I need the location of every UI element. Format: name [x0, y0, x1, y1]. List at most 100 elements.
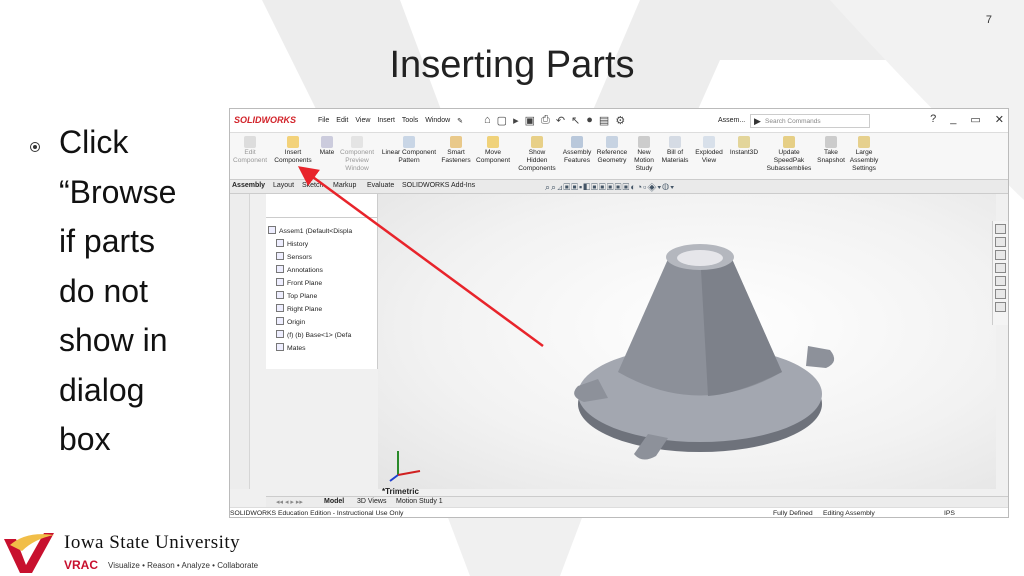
- menu-file[interactable]: File: [318, 117, 329, 125]
- tree-label: Annotations: [287, 267, 323, 274]
- select-icon[interactable]: ↖: [571, 114, 580, 127]
- tree-item-front-plane[interactable]: Front Plane: [276, 278, 322, 287]
- open-icon[interactable]: ▸: [513, 114, 519, 127]
- bullet-line: if parts: [59, 223, 156, 259]
- tab-motion-study[interactable]: Motion Study 1: [396, 498, 443, 505]
- print-icon[interactable]: ⎙: [541, 114, 550, 127]
- bullet-line: dialog: [59, 371, 145, 408]
- assembly-features-button[interactable]: Assembly Features: [561, 136, 593, 165]
- ribbon-label: Instant3D: [729, 149, 759, 156]
- tree-item-history[interactable]: History: [276, 239, 308, 248]
- take-snapshot-button[interactable]: Take Snapshot: [816, 136, 846, 165]
- tree-item-base-part[interactable]: (f) (b) Base<1> (Defa: [276, 330, 351, 339]
- ribbon-label: Mate: [319, 149, 335, 156]
- show-hidden-button[interactable]: Show Hidden Components: [516, 136, 558, 173]
- menu-edit[interactable]: Edit: [336, 117, 348, 125]
- tree-item-mates[interactable]: Mates: [276, 343, 306, 352]
- menu-view[interactable]: View: [355, 117, 370, 125]
- assembly-icon: [268, 226, 276, 234]
- tree-tab-strip[interactable]: [266, 204, 378, 218]
- ribbon-label: Component Preview Window: [339, 149, 375, 172]
- plane-icon: [276, 278, 284, 286]
- instant3d-button[interactable]: Instant3D: [727, 136, 761, 157]
- options-icon[interactable]: ⚙: [615, 114, 625, 127]
- tree-label: Right Plane: [287, 306, 323, 313]
- smart-fasteners-button[interactable]: Smart Fasteners: [441, 136, 471, 165]
- tree-label: Front Plane: [287, 280, 323, 287]
- tab-3d-views[interactable]: 3D Views: [357, 498, 386, 505]
- command-manager-ribbon: Edit Component Insert Components Mate Co…: [230, 133, 1008, 180]
- tab-sketch[interactable]: Sketch: [302, 182, 323, 189]
- save-icon[interactable]: ▣: [525, 114, 535, 127]
- view-palette-icon[interactable]: [995, 263, 1006, 273]
- search-commands-input[interactable]: ▶ Search Commands: [750, 114, 870, 128]
- menu-insert[interactable]: Insert: [377, 117, 395, 125]
- task-pane-left: [230, 194, 250, 489]
- origin-icon: [276, 317, 284, 325]
- file-properties-icon[interactable]: ▤: [599, 114, 609, 127]
- tab-scroll-arrows[interactable]: ◂◂ ◂ ▸ ▸▸: [276, 498, 303, 506]
- tab-model[interactable]: Model: [324, 498, 344, 505]
- bill-of-materials-button[interactable]: Bill of Materials: [659, 136, 691, 165]
- tree-item-right-plane[interactable]: Right Plane: [276, 304, 322, 313]
- move-component-button[interactable]: Move Component: [473, 136, 513, 165]
- custom-properties-icon[interactable]: [995, 289, 1006, 299]
- edit-component-button[interactable]: Edit Component: [232, 136, 268, 165]
- file-explorer-icon[interactable]: [995, 250, 1006, 260]
- home-icon[interactable]: ⌂: [484, 114, 491, 127]
- tree-item-sensors[interactable]: Sensors: [276, 252, 312, 261]
- component-preview-button[interactable]: Component Preview Window: [338, 136, 376, 173]
- reference-geometry-button[interactable]: Reference Geometry: [595, 136, 629, 165]
- ribbon-label: Assembly Features: [562, 149, 592, 164]
- sensors-icon: [276, 252, 284, 260]
- appearances-icon[interactable]: [995, 276, 1006, 286]
- bullet-line: Click: [59, 124, 129, 160]
- design-library-icon[interactable]: [995, 237, 1006, 247]
- tree-label: History: [287, 241, 309, 248]
- units-status[interactable]: IPS: [944, 510, 955, 517]
- new-motion-study-button[interactable]: New Motion Study: [631, 136, 657, 173]
- tree-item-origin[interactable]: Origin: [276, 317, 305, 326]
- undo-icon[interactable]: ↶: [556, 114, 565, 127]
- restore-icon[interactable]: ▭: [970, 113, 980, 126]
- editing-mode-status: Editing Assembly: [823, 510, 875, 517]
- window-controls: ? _ ▭ ✕: [930, 113, 1004, 126]
- ribbon-label: New Motion Study: [634, 149, 654, 172]
- large-assembly-settings-button[interactable]: Large Assembly Settings: [847, 136, 881, 173]
- tab-addins[interactable]: SOLIDWORKS Add-Ins: [402, 182, 475, 189]
- tree-item-top-plane[interactable]: Top Plane: [276, 291, 317, 300]
- tree-item-annotations[interactable]: Annotations: [276, 265, 323, 274]
- update-speedpak-button[interactable]: Update SpeedPak Subassemblies: [764, 136, 814, 173]
- lab-tagline: Visualize • Reason • Analyze • Collabora…: [108, 561, 259, 570]
- pin-icon[interactable]: ✎: [457, 117, 463, 125]
- tab-evaluate[interactable]: Evaluate: [367, 182, 394, 189]
- tab-assembly[interactable]: Assembly: [232, 182, 265, 189]
- bullet-line: “Browse: [59, 173, 177, 210]
- menu-window[interactable]: Window: [425, 117, 450, 125]
- heads-up-view-toolbar[interactable]: ⌕⌕⊿▣▣▪◧▣▣▣▣▣◐◔▫◈▾◍▾: [545, 182, 675, 193]
- graphics-area[interactable]: [378, 194, 996, 489]
- resources-icon[interactable]: [995, 224, 1006, 234]
- linear-pattern-button[interactable]: Linear Component Pattern: [378, 136, 440, 165]
- menu-tools[interactable]: Tools: [402, 117, 418, 125]
- insert-components-button[interactable]: Insert Components: [270, 136, 316, 165]
- forum-icon[interactable]: [995, 302, 1006, 312]
- exploded-view-button[interactable]: Exploded View: [693, 136, 725, 165]
- rebuild-icon[interactable]: ●: [586, 114, 593, 127]
- ribbon-label: Edit Component: [232, 149, 268, 164]
- mate-icon: [321, 136, 333, 148]
- solidworks-logo: SOLIDWORKS: [234, 115, 296, 125]
- minimize-icon[interactable]: _: [950, 113, 956, 126]
- edition-text: SOLIDWORKS Education Edition - Instructi…: [230, 510, 404, 517]
- new-document-icon[interactable]: ▢: [497, 114, 507, 127]
- tree-item-assembly[interactable]: Assem1 (Default<Displa: [268, 226, 352, 235]
- part-icon: [276, 330, 284, 338]
- move-component-icon: [487, 136, 499, 148]
- fully-defined-status: Fully Defined: [773, 510, 813, 517]
- close-icon[interactable]: ✕: [995, 113, 1004, 126]
- tree-label: Sensors: [287, 254, 312, 261]
- tab-markup[interactable]: Markup: [333, 182, 356, 189]
- help-icon[interactable]: ?: [930, 113, 936, 126]
- tab-layout[interactable]: Layout: [273, 182, 294, 189]
- mate-button[interactable]: Mate: [316, 136, 338, 157]
